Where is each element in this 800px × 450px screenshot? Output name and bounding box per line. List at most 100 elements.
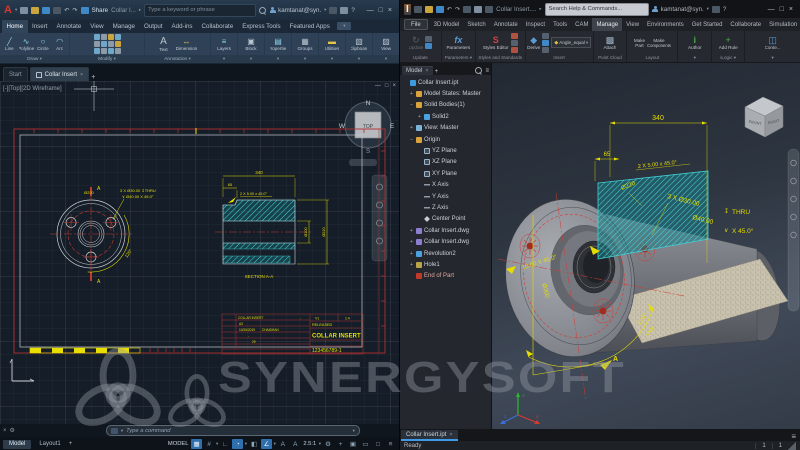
author-button[interactable]: iAuthor (688, 35, 702, 50)
tree-item[interactable]: +Collar Insert.dwg (400, 236, 491, 247)
osnap-caret-icon[interactable]: ▾ (274, 441, 276, 447)
panel-view-caret[interactable]: ▾ (373, 55, 399, 63)
viewcube-2d[interactable]: TOP N W E S (339, 100, 395, 155)
panel-update-label[interactable]: Update (400, 54, 441, 62)
parameters-button[interactable]: fxParameters (446, 35, 470, 50)
add-layout-button[interactable]: + (69, 441, 73, 447)
close-button[interactable]: × (789, 6, 793, 13)
plot-icon[interactable] (53, 7, 61, 14)
viewcube-home-bar[interactable] (349, 159, 377, 166)
panel-point-cloud-label[interactable]: Point Cloud (594, 54, 627, 62)
viewcube-s[interactable]: S (366, 148, 371, 155)
tab-environments[interactable]: Environments (643, 18, 688, 31)
open-file-icon[interactable] (31, 7, 39, 14)
tab-output[interactable]: Output (139, 20, 167, 33)
maximize-button[interactable]: □ (379, 7, 383, 14)
redo-icon[interactable]: ↷ (455, 6, 460, 13)
cart-icon[interactable] (712, 6, 720, 13)
insert-dwg-icon[interactable] (542, 47, 549, 53)
tree-item[interactable]: XY Plane (400, 168, 491, 179)
viewcube-3d[interactable]: FRONT RIGHT (745, 97, 783, 137)
panel-ilogic-label[interactable]: iLogic ▾ (712, 54, 744, 62)
tree-item[interactable]: End of Part (400, 271, 491, 282)
polar-caret-icon[interactable]: ▾ (245, 441, 247, 447)
browser-model-tab[interactable]: Model× (402, 66, 433, 75)
material-dropdown-icon[interactable] (474, 6, 482, 13)
make-part-button[interactable]: MakePart (634, 38, 645, 48)
layers-button[interactable]: ≡Layers (216, 37, 232, 51)
new-file-icon[interactable] (414, 6, 422, 13)
panel-layers-caret[interactable]: ▾ (211, 55, 237, 63)
new-tab-button[interactable]: + (91, 74, 95, 81)
tree-item[interactable]: +Model States: Master (400, 88, 491, 99)
panel-content-caret[interactable]: ▾ (745, 54, 800, 62)
tree-item[interactable]: X Axis (400, 180, 491, 191)
maximize-button[interactable]: □ (780, 6, 784, 13)
panel-draw-label[interactable]: Draw ▾ (0, 55, 69, 63)
tree-item-root[interactable]: Collar Insert.ipt (400, 77, 491, 88)
doc-caret-icon[interactable]: ▸ (139, 7, 141, 13)
tab-home[interactable]: Home (2, 20, 28, 33)
viewport-minimize-icon[interactable]: — (375, 83, 381, 89)
styles-editor-button[interactable]: SStyles Editor (483, 35, 509, 50)
panel-layout-label[interactable]: Layout (627, 54, 677, 62)
cmd-history-caret-icon[interactable]: ▾ (353, 428, 355, 434)
model-space-label[interactable]: MODEL (167, 441, 190, 447)
navigation-bar-3d[interactable] (788, 149, 799, 311)
inventor-logo[interactable]: I (404, 4, 411, 15)
tab-simulation[interactable]: Simulation (765, 18, 800, 31)
workspace-gear-icon[interactable]: ⚙ (323, 439, 334, 449)
tab-manage[interactable]: Manage (108, 20, 139, 33)
add-rule-button[interactable]: +Add Rule (719, 35, 738, 50)
modify-tools-grid[interactable] (94, 34, 121, 54)
open-file-icon[interactable] (425, 6, 433, 13)
tree-item[interactable]: −Solid Bodies(1) (400, 100, 491, 111)
doc-caret-icon[interactable]: ▸ (539, 6, 541, 12)
share-button[interactable]: Share (92, 7, 109, 14)
tree-item[interactable]: Z Axis (400, 202, 491, 213)
resize-grip[interactable] (788, 442, 796, 450)
panel-clipboard-caret[interactable]: ▾ (346, 55, 372, 63)
close-button[interactable]: × (388, 7, 392, 14)
circle-tool[interactable]: ○Circle (36, 37, 51, 51)
units-icon[interactable]: ▣ (348, 439, 359, 449)
tab-featured-apps[interactable]: Featured Apps (285, 20, 334, 33)
polar-toggle[interactable]: ◔ (232, 439, 243, 449)
block-button[interactable]: ▣Block (243, 37, 259, 51)
tab-overflow-menu-icon[interactable]: ≡ (791, 432, 800, 441)
viewport-label[interactable]: [-][Top][2D Wireframe] (3, 86, 62, 92)
viewport-close-icon[interactable]: × (392, 83, 396, 89)
help-icon[interactable]: ? (351, 7, 354, 14)
content-center-button[interactable]: ◫Conte... (765, 35, 781, 50)
style-library-icon[interactable] (511, 33, 518, 39)
groups-button[interactable]: ▦Groups (297, 37, 313, 51)
user-account[interactable]: kamtanat@syn... (652, 6, 704, 13)
scale-caret-icon[interactable]: ▾ (319, 441, 321, 447)
close-tab-icon[interactable]: × (80, 72, 83, 78)
tab-insert[interactable]: Insert (28, 20, 52, 33)
snap-toggle[interactable]: # (204, 439, 215, 449)
tab-collaborate[interactable]: Collaborate (197, 20, 238, 33)
autocad-canvas[interactable]: [-][Top][2D Wireframe] TOP N W E S (0, 81, 399, 424)
tree-item[interactable]: −Origin (400, 134, 491, 145)
grid-toggle[interactable]: ▦ (191, 439, 202, 449)
update-styles-icon[interactable] (511, 40, 518, 46)
clean-screen-icon[interactable]: □ (373, 439, 384, 449)
panel-block-caret[interactable]: ▾ (238, 55, 264, 63)
cmd-close-icon[interactable]: × (3, 428, 7, 434)
annotation-autoscale-toggle[interactable]: A (290, 439, 301, 449)
autodesk-apps-icon[interactable] (340, 7, 348, 14)
save-icon[interactable] (436, 6, 444, 13)
save-icon[interactable] (42, 7, 50, 14)
tree-item[interactable]: +Solid2 (400, 111, 491, 122)
help-icon[interactable]: ? (723, 6, 726, 13)
panel-properties-caret[interactable]: ▾ (265, 55, 291, 63)
view-button[interactable]: ▨View (378, 37, 394, 51)
snap-caret-icon[interactable]: ▾ (216, 441, 218, 447)
cmd-customize-icon[interactable]: ⚙ (10, 427, 15, 434)
new-file-icon[interactable] (20, 7, 28, 14)
tab-sketch[interactable]: Sketch (463, 18, 489, 31)
isodraft-toggle[interactable]: ◧ (249, 439, 260, 449)
purge-styles-icon[interactable] (511, 47, 518, 53)
tree-item[interactable]: Center Point (400, 214, 491, 225)
